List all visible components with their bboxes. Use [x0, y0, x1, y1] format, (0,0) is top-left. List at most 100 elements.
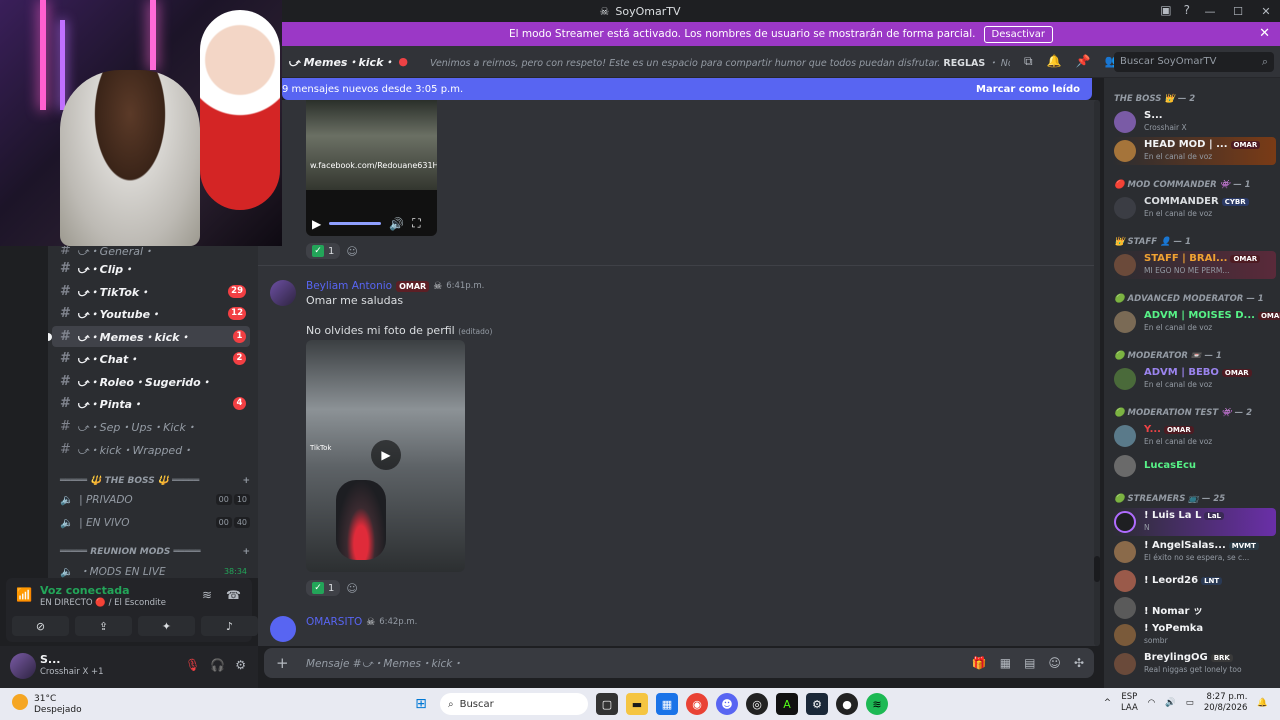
video-embed[interactable]: TikTok ▶: [306, 340, 465, 572]
channel-item[interactable]: # ⤻・Pinta・ 4: [52, 393, 250, 414]
member-item[interactable]: HEAD MOD | ... OMAR En el canal de voz: [1112, 137, 1276, 165]
apps-icon[interactable]: ✣: [1074, 656, 1084, 670]
camera-off-button[interactable]: ⊘: [12, 616, 69, 636]
settings-icon[interactable]: ⚙: [235, 658, 246, 672]
channel-item[interactable]: # ⤻・Youtube・ 12: [52, 303, 250, 324]
weather-widget[interactable]: 31°C Despejado: [34, 694, 82, 716]
reaction-check[interactable]: ✓ 1: [306, 580, 341, 596]
channel-item[interactable]: # ⤻・Sep・Ups・Kick・: [52, 416, 250, 437]
message-author[interactable]: Beyliam Antonio: [306, 280, 392, 292]
soundboard-button[interactable]: ♪: [201, 616, 258, 636]
clock[interactable]: 8:27 p.m. 20/8/2026: [1204, 692, 1248, 714]
message-input[interactable]: + Mensaje #⤻・Memes・kick・ 🎁 ▦ ▤ ☺ ✣: [264, 648, 1094, 678]
member-item[interactable]: ADVM | MOISES D...OMAREn el canal de voz: [1112, 308, 1280, 336]
mark-read-button[interactable]: Marcar como leído: [976, 84, 1080, 95]
battery-icon[interactable]: ▭: [1186, 698, 1194, 708]
plus-icon[interactable]: +: [242, 547, 250, 557]
task-view-icon[interactable]: ▢: [596, 693, 618, 715]
channel-item[interactable]: # ⤻・kick・Wrapped・: [52, 439, 250, 460]
volume-icon[interactable]: 🔊: [1165, 698, 1176, 708]
app-icon[interactable]: ●: [836, 693, 858, 715]
disconnect-icon[interactable]: ☎: [226, 588, 241, 602]
member-list[interactable]: THE BOSS 👑 — 2 S... Crosshair X HEAD MOD …: [1104, 78, 1280, 688]
voice-channel-item[interactable]: 🔈 | PRIVADO 00 10: [60, 493, 250, 506]
notification-icon[interactable]: 🔔: [1257, 698, 1268, 708]
voice-channel-item[interactable]: 🔈 | EN VIVO 00 40: [60, 516, 250, 529]
banner-close-icon[interactable]: ✕: [1259, 26, 1270, 41]
emoji-icon[interactable]: ☺: [1048, 656, 1061, 670]
minimize-button[interactable]: —: [1196, 0, 1224, 22]
bell-icon[interactable]: 🔔: [1047, 54, 1062, 69]
discord-icon[interactable]: ☻: [716, 693, 738, 715]
member-item[interactable]: LucasEcu: [1112, 452, 1276, 480]
scrollbar-thumb[interactable]: [1094, 556, 1100, 582]
avatar[interactable]: [270, 280, 296, 306]
plus-icon[interactable]: +: [242, 476, 250, 486]
threads-icon[interactable]: ⧉: [1024, 54, 1033, 69]
kick-icon[interactable]: A: [776, 693, 798, 715]
gift-icon[interactable]: 🎁: [972, 656, 987, 670]
video-embed[interactable]: w.facebook.com/Redouane631H ▶ 🔊 ⛶: [306, 100, 437, 236]
store-icon[interactable]: ▦: [656, 693, 678, 715]
chevron-up-icon[interactable]: ^: [1104, 698, 1111, 708]
avatar[interactable]: [10, 653, 36, 679]
fullscreen-icon[interactable]: ⛶: [412, 216, 420, 231]
channel-item[interactable]: # ⤻・Chat・ 2: [52, 348, 250, 369]
weather-sun-icon[interactable]: [12, 694, 28, 710]
deafened-icon[interactable]: 🎧: [210, 658, 225, 672]
channel-item[interactable]: # ⤻・Roleo・Sugerido・: [52, 371, 250, 392]
noise-suppression-icon[interactable]: ≋: [202, 588, 212, 602]
add-reaction-icon[interactable]: ☺: [346, 245, 357, 258]
close-button[interactable]: ✕: [1252, 0, 1280, 22]
reaction-check[interactable]: ✓ 1: [306, 243, 341, 259]
mic-muted-icon[interactable]: 🎙: [185, 658, 200, 672]
channel-item-selected[interactable]: # ⤻・Memes・kick・ 1: [48, 326, 250, 347]
member-item[interactable]: COMMANDER CYBR En el canal de voz: [1112, 194, 1276, 222]
member-item[interactable]: ! Luis La L LaL N: [1112, 508, 1276, 536]
play-icon[interactable]: ▶: [371, 440, 401, 470]
channel-item[interactable]: # ⤻・Clip・: [52, 258, 250, 279]
taskbar-search[interactable]: ⌕ Buscar: [440, 693, 588, 715]
add-attachment-icon[interactable]: +: [276, 654, 289, 672]
category-header[interactable]: ═════ 🔱 THE BOSS 🔱 ═════ +: [60, 476, 250, 486]
gif-icon[interactable]: ▦: [1000, 656, 1011, 670]
member-item[interactable]: STAFF | BRAI... OMAR MI EGO NO ME PERM...: [1112, 251, 1276, 279]
deactivate-button[interactable]: Desactivar: [983, 25, 1054, 43]
pin-icon[interactable]: 📌: [1076, 54, 1091, 69]
language-indicator[interactable]: ESP LAA: [1121, 692, 1138, 714]
voice-channel-item[interactable]: 🔈 ・MODS EN LIVE 38:34: [60, 564, 250, 579]
play-icon[interactable]: ▶: [312, 217, 321, 231]
chrome-icon[interactable]: ◉: [686, 693, 708, 715]
member-item[interactable]: ! Leord26 LNT: [1112, 567, 1276, 595]
avatar[interactable]: [270, 616, 296, 642]
message-list[interactable]: w.facebook.com/Redouane631H ▶ 🔊 ⛶ ✓ 1 ☺ B…: [258, 100, 1098, 646]
sticker-icon[interactable]: ▤: [1024, 656, 1035, 670]
message-author[interactable]: OMARSITO: [306, 616, 362, 628]
scrollbar[interactable]: [1094, 100, 1100, 646]
file-explorer-icon[interactable]: ▬: [626, 693, 648, 715]
channel-item[interactable]: # ⤻・TikTok・ 29: [52, 281, 250, 302]
member-item[interactable]: BreylingOG BRK Real niggas get lonely too: [1112, 650, 1276, 678]
volume-slider[interactable]: [329, 222, 382, 225]
member-item[interactable]: S... Crosshair X: [1112, 108, 1276, 136]
add-reaction-icon[interactable]: ☺: [346, 582, 357, 595]
inbox-icon[interactable]: ▣: [1160, 3, 1171, 17]
activities-button[interactable]: ✦: [138, 616, 195, 636]
volume-icon[interactable]: 🔊: [389, 217, 404, 231]
start-icon[interactable]: ⊞: [410, 693, 432, 715]
channel-topic[interactable]: Venimos a reirnos, pero con respeto! Est…: [430, 55, 1010, 69]
category-header[interactable]: ═════ REUNION MODS ═════ +: [60, 547, 250, 557]
member-item[interactable]: ! Nomar ッ: [1112, 594, 1276, 622]
member-item[interactable]: ! YoPemka sombr: [1112, 621, 1276, 649]
obs-icon[interactable]: ◎: [746, 693, 768, 715]
maximize-button[interactable]: ☐: [1224, 0, 1252, 22]
help-icon[interactable]: ?: [1184, 3, 1190, 17]
spotify-icon[interactable]: ≋: [866, 693, 888, 715]
steam-icon[interactable]: ⚙: [806, 693, 828, 715]
wifi-icon[interactable]: ◠: [1148, 698, 1155, 708]
screen-share-button[interactable]: ⇪: [75, 616, 132, 636]
member-item[interactable]: ! AngelSalas... MVMT El éxito no se espera…: [1112, 538, 1276, 566]
new-messages-bar[interactable]: 9 mensajes nuevos desde 3:05 p.m. Marcar…: [282, 78, 1092, 100]
search-input[interactable]: Buscar SoyOmarTV ⌕: [1114, 52, 1274, 72]
signal-icon[interactable]: 📶: [16, 588, 32, 603]
